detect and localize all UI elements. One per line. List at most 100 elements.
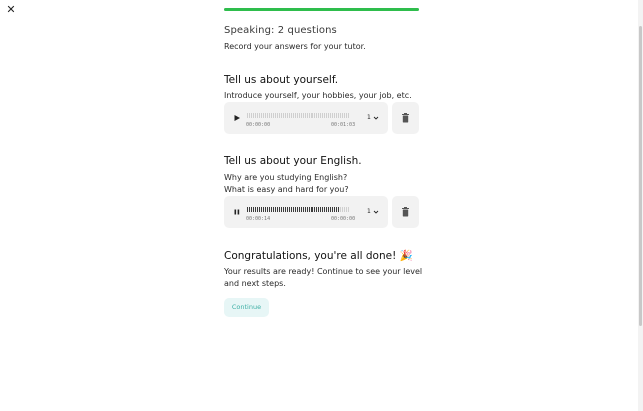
waveform-bar — [346, 112, 348, 118]
waveform-bar — [322, 112, 324, 118]
completion-text-line-1: Your results are ready! Continue to see … — [224, 267, 423, 276]
waveform-bar — [292, 206, 294, 212]
waveform-bar — [248, 206, 250, 212]
waveform-bar — [312, 206, 314, 212]
waveform-bar — [316, 112, 318, 118]
waveform-bar — [300, 112, 302, 118]
audio-player-1: 00:00:00 00:01:03 1 — [224, 102, 388, 134]
speed-selector-1[interactable]: 1 — [367, 114, 371, 121]
waveform-bar — [272, 206, 274, 212]
waveform-bar — [284, 112, 286, 118]
waveform-bar — [266, 206, 268, 212]
waveform-bar — [290, 206, 292, 212]
waveform-bar — [254, 206, 256, 212]
waveform-bar — [262, 112, 264, 118]
waveform-bar — [270, 112, 272, 118]
waveform-bar — [247, 206, 248, 212]
waveform-bar — [250, 206, 252, 212]
waveform-bar — [282, 206, 284, 212]
page-subtitle: Record your answers for your tutor. — [224, 42, 366, 51]
question-2-prompt-line-1: Why are you studying English? — [224, 173, 348, 182]
waveform-bar — [304, 112, 306, 118]
waveform-bar — [338, 112, 340, 118]
waveform-bar — [276, 206, 278, 212]
waveform-bar — [302, 206, 304, 212]
waveform-bar — [266, 112, 268, 118]
waveform-bar — [258, 206, 260, 212]
waveform-bar — [292, 112, 294, 118]
chevron-down-icon[interactable] — [373, 115, 379, 121]
current-time-1: 00:00:00 — [246, 122, 271, 128]
delete-recording-2-button[interactable] — [392, 196, 419, 228]
waveform-bar — [247, 112, 248, 118]
waveform-bar — [314, 112, 316, 118]
waveform-bar — [320, 206, 322, 212]
waveform-bar — [324, 206, 326, 212]
play-icon[interactable] — [233, 114, 241, 122]
chevron-down-icon[interactable] — [373, 209, 379, 215]
waveform-bar — [276, 112, 278, 118]
waveform-bar — [342, 112, 344, 118]
question-1-title: Tell us about yourself. — [224, 74, 339, 86]
waveform-bar — [348, 112, 350, 118]
waveform-bar — [324, 112, 326, 118]
waveform-bar — [320, 112, 322, 118]
waveform-bar — [332, 112, 334, 118]
waveform-bar — [278, 112, 280, 118]
waveform-bar — [344, 206, 346, 212]
waveform-bar — [336, 112, 338, 118]
waveform-bar — [318, 206, 320, 212]
pause-icon[interactable] — [233, 208, 241, 216]
question-2-prompt-line-2: What is easy and hard for you? — [224, 185, 349, 194]
waveform-bar — [334, 206, 336, 212]
waveform-bar — [256, 112, 258, 118]
waveform-bar — [294, 112, 296, 118]
waveform-bar — [280, 112, 282, 118]
waveform-bar — [314, 206, 316, 212]
duration-1: 00:01:03 — [331, 122, 356, 128]
speed-selector-2[interactable]: 1 — [367, 208, 371, 215]
waveform-bar — [326, 206, 328, 212]
waveform-bar — [304, 206, 306, 212]
waveform-bar — [288, 206, 290, 212]
waveform-bar — [278, 206, 280, 212]
waveform-bar — [338, 206, 340, 212]
waveform-1[interactable] — [247, 112, 355, 118]
completion-title: Congratulations, you're all done! 🎉 — [224, 250, 413, 262]
waveform-2[interactable] — [247, 206, 355, 212]
audio-player-2: 00:00:14 00:00:00 1 — [224, 196, 388, 228]
waveform-bar — [260, 112, 262, 118]
page-title: Speaking: 2 questions — [224, 25, 337, 36]
trash-icon — [402, 113, 409, 123]
waveform-bar — [256, 206, 258, 212]
waveform-bar — [310, 206, 312, 212]
waveform-bar — [298, 112, 300, 118]
completion-text-line-2: and next steps. — [224, 279, 286, 288]
waveform-bar — [280, 206, 282, 212]
waveform-bar — [330, 112, 332, 118]
question-2-title: Tell us about your English. — [224, 155, 362, 167]
waveform-bar — [312, 112, 314, 118]
waveform-bar — [346, 206, 348, 212]
waveform-bar — [302, 112, 304, 118]
scrollbar-thumb[interactable] — [639, 26, 642, 326]
waveform-bar — [284, 206, 286, 212]
waveform-bar — [264, 206, 266, 212]
waveform-bar — [326, 112, 328, 118]
waveform-bar — [344, 112, 346, 118]
waveform-bar — [298, 206, 300, 212]
waveform-bar — [268, 206, 270, 212]
continue-button[interactable]: Continue — [224, 298, 269, 317]
waveform-bar — [310, 112, 312, 118]
waveform-bar — [262, 206, 264, 212]
current-time-2: 00:00:14 — [246, 216, 271, 222]
duration-2: 00:00:00 — [331, 216, 356, 222]
scrollbar[interactable] — [638, 0, 643, 411]
waveform-bar — [296, 112, 298, 118]
waveform-bar — [288, 112, 290, 118]
trash-icon — [402, 207, 409, 217]
delete-recording-1-button[interactable] — [392, 102, 419, 134]
close-button[interactable]: ✕ — [5, 4, 17, 16]
waveform-bar — [296, 206, 298, 212]
waveform-bar — [328, 112, 330, 118]
